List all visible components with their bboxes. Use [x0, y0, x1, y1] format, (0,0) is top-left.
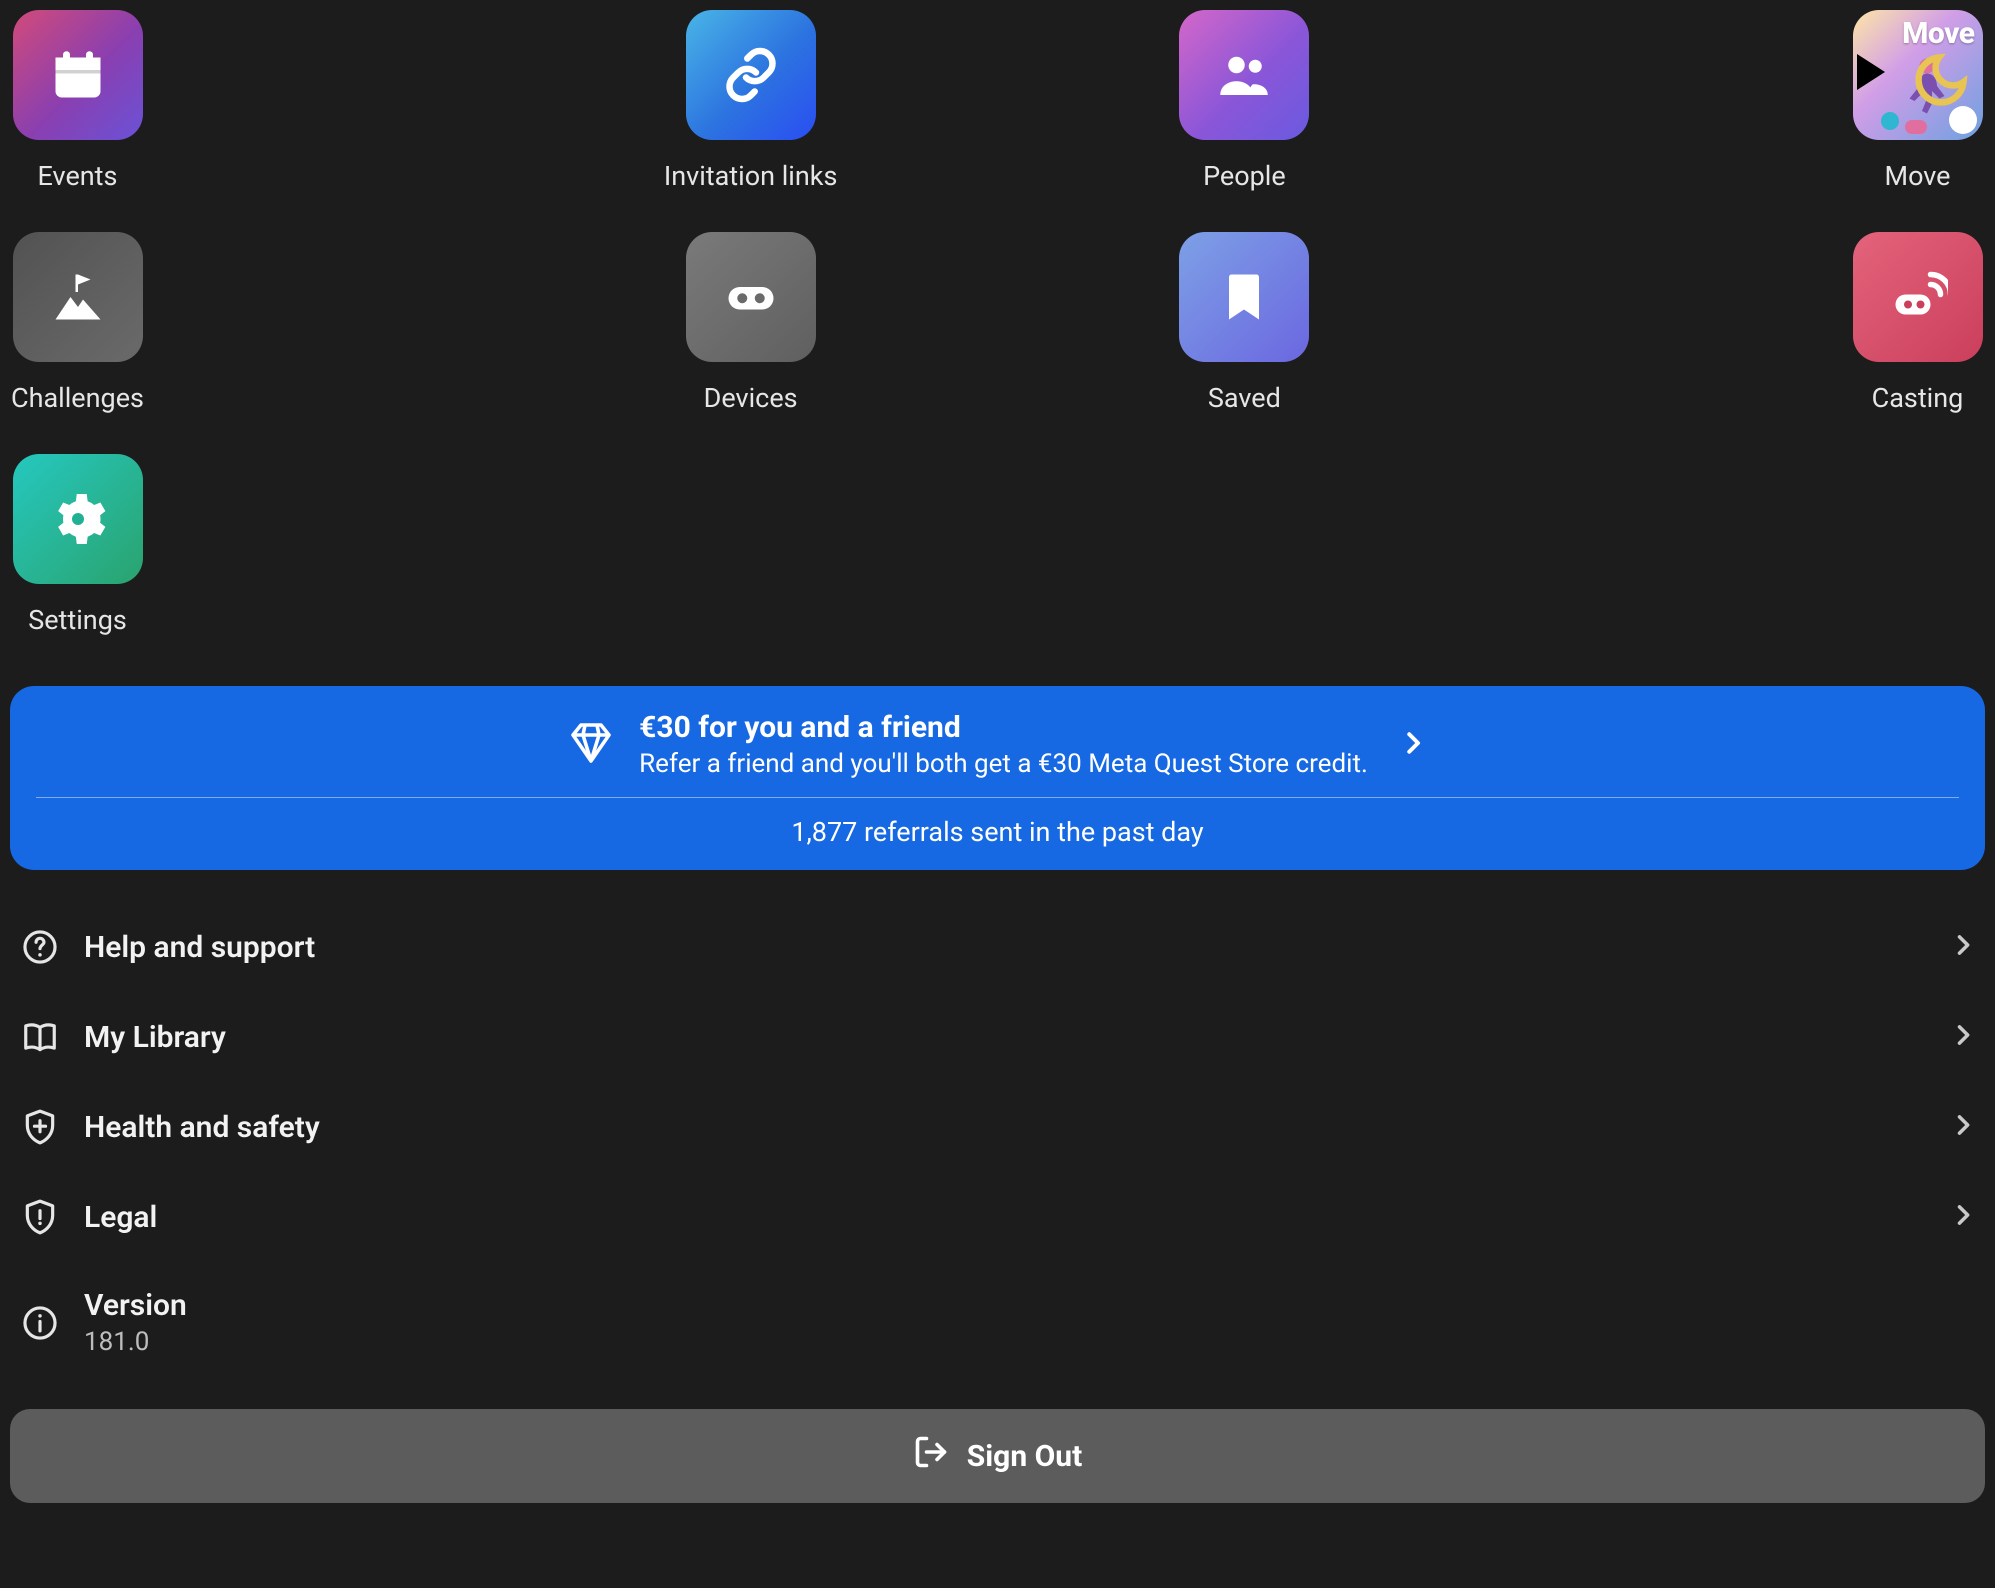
chevron-right-icon: [1949, 1111, 1977, 1143]
version-label: Version: [84, 1288, 1977, 1323]
chevron-right-icon: [1949, 931, 1977, 963]
app-grid: Events Invitation links People Move Move: [10, 10, 1985, 636]
app-label: Devices: [704, 382, 798, 414]
row-label: Legal: [84, 1200, 1949, 1235]
sign-out-label: Sign Out: [967, 1439, 1082, 1474]
app-events[interactable]: Events: [10, 10, 145, 192]
help-icon: [18, 928, 62, 966]
gear-icon: [13, 454, 143, 584]
app-label: People: [1203, 160, 1286, 192]
banner-title: €30 for you and a friend: [639, 710, 1368, 745]
app-label: Invitation links: [664, 160, 837, 192]
banner-stats: 1,877 referrals sent in the past day: [36, 798, 1959, 848]
app-challenges[interactable]: Challenges: [10, 232, 145, 414]
chevron-right-icon: [1949, 1201, 1977, 1233]
info-icon: [18, 1304, 62, 1342]
row-my-library[interactable]: My Library: [10, 992, 1985, 1082]
version-value: 181.0: [84, 1327, 1977, 1357]
app-devices[interactable]: Devices: [683, 232, 818, 414]
shield-plus-icon: [18, 1108, 62, 1146]
diamond-icon: [567, 719, 615, 771]
chevron-right-icon: [1949, 1021, 1977, 1053]
flag-mountain-icon: [13, 232, 143, 362]
sign-out-button[interactable]: Sign Out: [10, 1409, 1985, 1503]
app-label: Move: [1885, 160, 1951, 192]
row-label: My Library: [84, 1020, 1949, 1055]
link-icon: [686, 10, 816, 140]
book-icon: [18, 1018, 62, 1056]
people-icon: [1179, 10, 1309, 140]
app-label: Casting: [1872, 382, 1964, 414]
shield-alert-icon: [18, 1198, 62, 1236]
app-casting[interactable]: Casting: [1850, 232, 1985, 414]
chevron-right-icon: [1398, 728, 1428, 762]
app-label: Settings: [28, 604, 127, 636]
app-label: Events: [38, 160, 118, 192]
headset-icon: [686, 232, 816, 362]
app-move[interactable]: Move Move: [1850, 10, 1985, 192]
cast-icon: [1853, 232, 1983, 362]
settings-list: Help and support My Library Health and s…: [10, 902, 1985, 1383]
app-settings[interactable]: Settings: [10, 454, 145, 636]
row-label: Help and support: [84, 930, 1949, 965]
app-label: Saved: [1208, 382, 1281, 414]
app-invitation-links[interactable]: Invitation links: [683, 10, 818, 192]
row-help-support[interactable]: Help and support: [10, 902, 1985, 992]
row-label: Health and safety: [84, 1110, 1949, 1145]
app-label: Challenges: [11, 382, 144, 414]
sign-out-icon: [913, 1434, 949, 1478]
app-saved[interactable]: Saved: [1177, 232, 1312, 414]
row-version: Version 181.0: [10, 1262, 1985, 1383]
move-icon: Move: [1853, 10, 1983, 140]
row-legal[interactable]: Legal: [10, 1172, 1985, 1262]
app-people[interactable]: People: [1177, 10, 1312, 192]
row-health-safety[interactable]: Health and safety: [10, 1082, 1985, 1172]
referral-banner[interactable]: €30 for you and a friend Refer a friend …: [10, 686, 1985, 870]
bookmark-icon: [1179, 232, 1309, 362]
banner-subtitle: Refer a friend and you'll both get a €30…: [639, 749, 1368, 779]
calendar-icon: [13, 10, 143, 140]
